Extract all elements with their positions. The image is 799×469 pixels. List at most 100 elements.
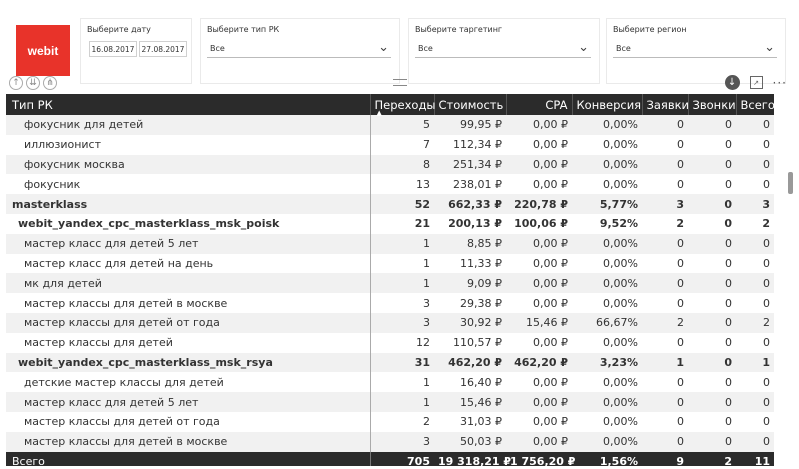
table-cell: 462,20 ₽ <box>434 352 506 373</box>
row-label: webit_yandex_cpc_masterklass_msk_rsya <box>6 352 371 373</box>
table-cell: 66,67% <box>572 312 642 333</box>
table-cell: 0,00% <box>572 154 642 175</box>
totals-cell: 9 <box>642 451 688 466</box>
column-header-label: Переходы <box>374 98 436 112</box>
table-cell: 0 <box>688 194 736 214</box>
table-cell: 0 <box>642 134 688 155</box>
table-cell: 0,00% <box>572 293 642 313</box>
table-row[interactable]: фокусник для детей 5 99,95 ₽0,00 ₽0,00% 0 0 0 <box>6 115 774 135</box>
column-header[interactable]: CPA <box>506 94 573 115</box>
vertical-scrollbar[interactable] <box>788 172 793 194</box>
row-label: webit_yandex_cpc_masterklass_msk_poisk <box>6 213 371 234</box>
table-cell: 0 <box>736 174 774 195</box>
row-label: иллюзионист <box>6 134 371 155</box>
double-arrow-down-icon[interactable]: ⇊ <box>26 76 40 90</box>
table-row[interactable]: мастер классы для детей в москве 3 29,38 ₽… <box>6 293 774 313</box>
table-row[interactable]: мастер класс для детей на день 1 11,33 ₽0,… <box>6 253 774 274</box>
column-header[interactable]: Конверсия <box>572 94 643 115</box>
row-label: мастер классы для детей в москве <box>6 293 371 313</box>
table-cell: 3 <box>370 431 434 452</box>
table-cell: 110,57 ₽ <box>434 332 506 353</box>
column-header[interactable]: Звонки <box>688 94 737 115</box>
table-cell: 0,00% <box>572 411 642 432</box>
date-from-input[interactable]: 16.08.2017 <box>89 41 137 57</box>
table-row[interactable]: мастер класс для детей 5 лет 1 8,85 ₽0,00 … <box>6 233 774 254</box>
row-label: мастер классы для детей в москве <box>6 431 371 452</box>
table-cell: 2 <box>736 213 774 234</box>
table-row[interactable]: иллюзионист 7 112,34 ₽0,00 ₽0,00% 0 0 0 <box>6 134 774 155</box>
table-row[interactable]: мастер классы для детей от года 3 30,92 ₽1… <box>6 312 774 333</box>
table-row[interactable]: webit_yandex_cpc_masterklass_msk_rsya 31 4… <box>6 352 774 373</box>
table-cell: 3,23% <box>572 352 642 373</box>
table-cell: 112,34 ₽ <box>434 134 506 155</box>
table-cell: 0 <box>736 372 774 393</box>
table-cell: 0,00 ₽ <box>506 293 572 313</box>
table-row[interactable]: фокусник москва 8 251,34 ₽0,00 ₽0,00% 0 0 0 <box>6 154 774 175</box>
table-cell: 0 <box>642 174 688 195</box>
row-label: мастер класс для детей на день <box>6 253 371 274</box>
table-row[interactable]: masterklass 52 662,33 ₽220,78 ₽5,77% 3 0 3 <box>6 194 774 214</box>
row-label: мк для детей <box>6 273 371 294</box>
table-cell: 0 <box>642 273 688 294</box>
table-row[interactable]: фокусник 13 238,01 ₽0,00 ₽0,00% 0 0 0 <box>6 174 774 195</box>
table-cell: 0 <box>642 233 688 254</box>
column-header-label: CPA <box>545 98 568 112</box>
campaign-type-dropdown[interactable]: Все ⌄ <box>207 39 391 58</box>
webit-logo: webit <box>16 25 70 76</box>
table-cell: 0,00% <box>572 273 642 294</box>
column-header[interactable]: Заявки <box>642 94 689 115</box>
table-cell: 0 <box>688 411 736 432</box>
table-row[interactable]: мк для детей 1 9,09 ₽0,00 ₽0,00% 0 0 0 <box>6 273 774 294</box>
table-cell: 0 <box>736 134 774 155</box>
table-row[interactable]: мастер классы для детей 12 110,57 ₽0,00 ₽0… <box>6 332 774 353</box>
table-cell: 31 <box>370 352 434 373</box>
table-row[interactable]: webit_yandex_cpc_masterklass_msk_poisk 21… <box>6 213 774 234</box>
table-row[interactable]: мастер классы для детей от года 2 31,03 ₽0… <box>6 411 774 432</box>
table-cell: 0 <box>688 233 736 254</box>
table-cell: 12 <box>370 332 434 353</box>
table-row[interactable]: мастер классы для детей в москве 3 50,03 ₽… <box>6 431 774 452</box>
column-header-label: Стоимость <box>438 98 504 112</box>
table-row[interactable]: мастер класс для детей 5 лет 1 15,46 ₽0,00… <box>6 392 774 412</box>
column-header[interactable]: Тип РК <box>6 94 371 115</box>
table-cell: 0 <box>642 293 688 313</box>
region-dropdown[interactable]: Все ⌄ <box>613 39 777 58</box>
table-cell: 0 <box>736 392 774 412</box>
download-icon[interactable]: ↓ <box>724 75 740 90</box>
table-cell: 0 <box>736 154 774 175</box>
table-cell: 21 <box>370 213 434 234</box>
column-header-label: Всего <box>740 98 775 112</box>
table-row[interactable]: детские мастер классы для детей 1 16,40 ₽0… <box>6 372 774 393</box>
totals-label: Всего <box>6 451 371 466</box>
date-to-input[interactable]: 27.08.2017 <box>139 41 187 57</box>
column-header[interactable]: Стоимость <box>434 94 507 115</box>
table-cell: 0 <box>688 115 736 135</box>
column-header[interactable]: Всего <box>736 94 774 115</box>
focus-mode-icon[interactable]: ↗ <box>749 76 763 89</box>
table-cell: 0,00 ₽ <box>506 174 572 195</box>
table-cell: 0 <box>688 431 736 452</box>
expand-hierarchy-icon[interactable]: ⋔ <box>43 76 57 90</box>
table-cell: 1 <box>642 352 688 373</box>
more-options-icon[interactable]: ··· <box>773 76 787 90</box>
table-cell: 2 <box>370 411 434 432</box>
row-label: masterklass <box>6 194 371 214</box>
arrow-up-icon[interactable]: ↑ <box>9 76 23 90</box>
table-cell: 30,92 ₽ <box>434 312 506 333</box>
column-header[interactable]: Переходы ▲ <box>370 94 436 117</box>
drag-handle-icon[interactable] <box>393 79 407 86</box>
table-cell: 0 <box>688 372 736 393</box>
targeting-dropdown[interactable]: Все ⌄ <box>415 39 591 58</box>
table-cell: 0,00% <box>572 253 642 274</box>
table-cell: 0 <box>642 411 688 432</box>
table-cell: 15,46 ₽ <box>506 312 572 333</box>
totals-cell: 1,56% <box>572 451 642 466</box>
chevron-down-icon: ⌄ <box>578 40 589 55</box>
table-cell: 0 <box>688 352 736 373</box>
table-body: фокусник для детей 5 99,95 ₽0,00 ₽0,00% 0 0 0… <box>6 115 774 452</box>
column-header-label: Конверсия <box>576 98 642 112</box>
table-cell: 0 <box>736 431 774 452</box>
row-label: мастер классы для детей от года <box>6 312 371 333</box>
table-cell: 0 <box>736 411 774 432</box>
table-cell: 0,00% <box>572 392 642 412</box>
